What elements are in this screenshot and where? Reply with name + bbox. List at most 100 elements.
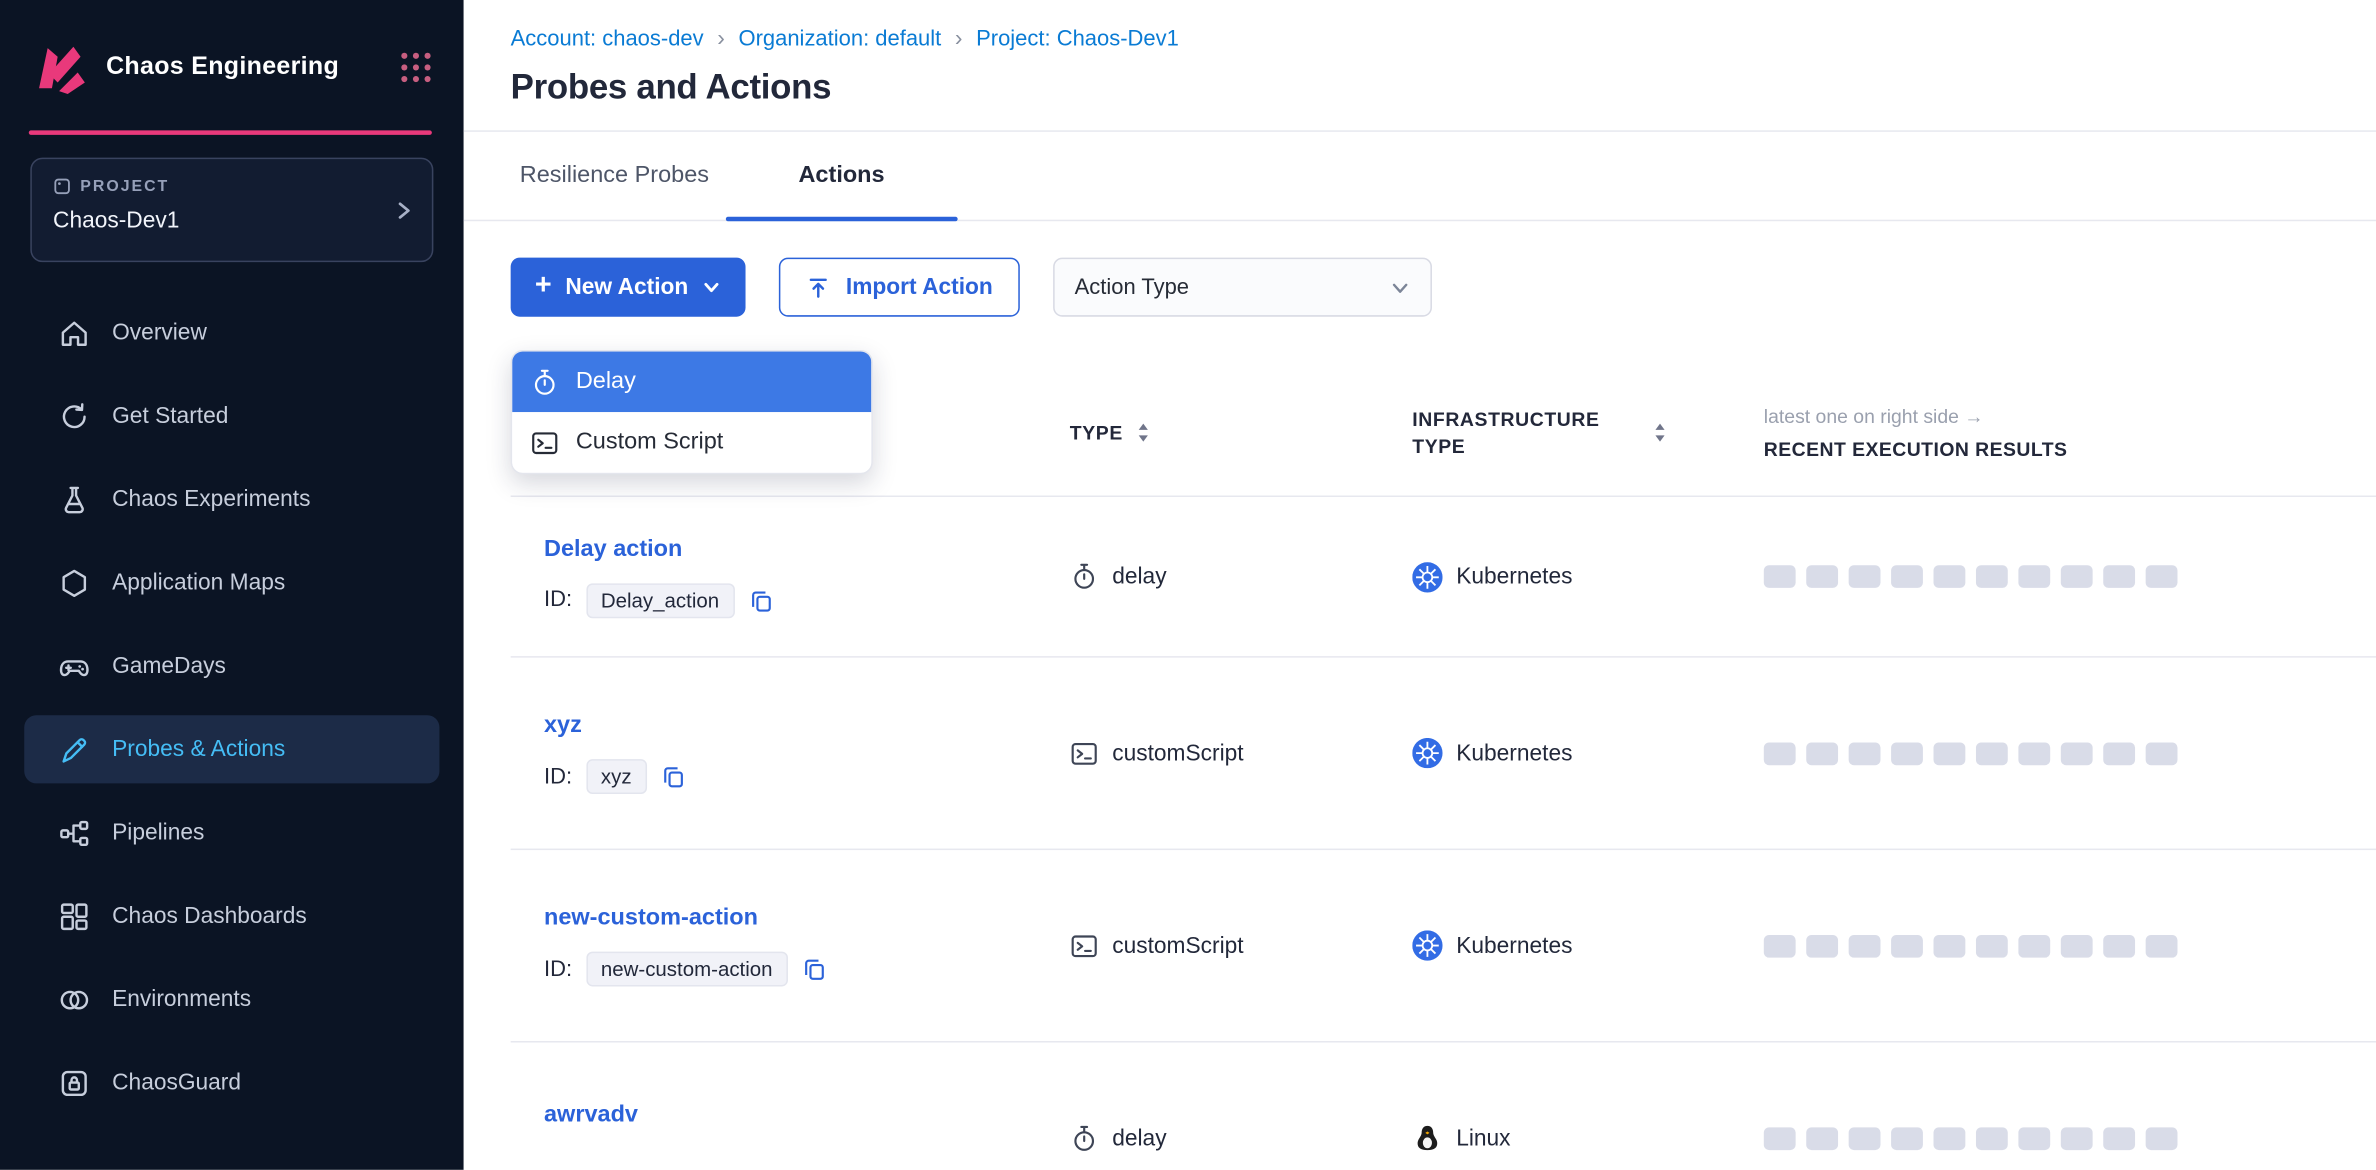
- execution-result-placeholder: [2061, 742, 2093, 765]
- results-column-header: latest one on right side → RECENT EXECUT…: [1764, 405, 2376, 461]
- id-label: ID:: [544, 957, 572, 981]
- sidebar-item-environments[interactable]: Environments: [24, 965, 439, 1033]
- action-name-link[interactable]: awrvadv: [544, 1102, 638, 1129]
- action-name-link[interactable]: new-custom-action: [544, 905, 758, 932]
- action-type-cell: delay: [1070, 562, 1412, 591]
- action-type-value: delay: [1112, 564, 1166, 590]
- execution-result-placeholder: [2061, 934, 2093, 957]
- infrastructure-column-header[interactable]: INFRASTRUCTURE TYPE: [1412, 406, 1764, 458]
- execution-result-placeholder: [2018, 934, 2050, 957]
- action-type-cell: customScript: [1070, 739, 1412, 768]
- action-name-cell: awrvadv ID:: [511, 1102, 1070, 1170]
- breadcrumb-link[interactable]: Project: Chaos-Dev1: [976, 27, 1179, 51]
- get-started-icon: [58, 399, 91, 432]
- sidebar-item-pipelines[interactable]: Pipelines: [24, 799, 439, 867]
- project-label: PROJECT: [80, 177, 169, 195]
- action-name-cell: new-custom-action ID: new-custom-action: [511, 905, 1070, 987]
- sidebar-item-label: GameDays: [112, 653, 226, 679]
- copy-icon[interactable]: [660, 764, 686, 790]
- gamepad-icon: [58, 649, 91, 682]
- action-type-value: delay: [1112, 1125, 1166, 1151]
- execution-result-placeholder: [1891, 1127, 1923, 1150]
- results-header-label: RECENT EXECUTION RESULTS: [1764, 438, 2376, 461]
- sidebar-item-chaos-experiments[interactable]: Chaos Experiments: [24, 465, 439, 533]
- tab-resilience-probes[interactable]: Resilience Probes: [520, 132, 709, 220]
- copy-icon[interactable]: [748, 587, 774, 613]
- hexagon-icon: [58, 566, 91, 599]
- execution-result-placeholder: [2018, 565, 2050, 588]
- execution-result-placeholder: [2103, 1127, 2135, 1150]
- sidebar-item-gamedays[interactable]: GameDays: [24, 632, 439, 700]
- terminal-icon: [530, 428, 559, 457]
- infrastructure-cell: Linux: [1412, 1123, 1764, 1153]
- action-name-link[interactable]: xyz: [544, 712, 582, 739]
- sidebar-item-label: Get Started: [112, 403, 228, 429]
- sidebar-item-label: Application Maps: [112, 570, 285, 596]
- import-action-button[interactable]: Import Action: [779, 258, 1020, 317]
- execution-result-placeholder: [1764, 565, 1796, 588]
- sidebar-item-chaosguard[interactable]: ChaosGuard: [24, 1049, 439, 1117]
- action-type-filter[interactable]: Action Type: [1053, 258, 1432, 317]
- execution-result-placeholder: [1934, 1127, 1966, 1150]
- shield-lock-icon: [58, 1066, 91, 1099]
- project-selector[interactable]: PROJECT Chaos-Dev1: [30, 158, 433, 263]
- harness-chaos-logo-icon: [30, 42, 88, 94]
- page-title: Probes and Actions: [511, 67, 2376, 108]
- sort-icon[interactable]: [1135, 421, 1152, 444]
- execution-result-placeholder: [1976, 742, 2008, 765]
- action-type-value: customScript: [1112, 740, 1243, 766]
- type-header-label: TYPE: [1070, 421, 1123, 444]
- sidebar-item-application-maps[interactable]: Application Maps: [24, 549, 439, 617]
- probe-icon: [58, 733, 91, 766]
- flask-icon: [58, 483, 91, 516]
- type-column-header[interactable]: TYPE: [1070, 421, 1412, 444]
- execution-result-placeholder: [2061, 565, 2093, 588]
- execution-result-placeholder: [2061, 1127, 2093, 1150]
- tab-actions[interactable]: Actions: [726, 132, 958, 220]
- results-note: latest one on right side →: [1764, 405, 2376, 428]
- execution-result-placeholder: [1849, 565, 1881, 588]
- execution-result-placeholder: [1891, 565, 1923, 588]
- menu-item-custom-script[interactable]: Custom Script: [512, 412, 871, 473]
- breadcrumb-link[interactable]: Organization: default: [738, 27, 941, 51]
- tab-bar: Resilience Probes Actions: [464, 132, 2376, 221]
- sidebar-nav: Overview Get Started Chaos Experiments Appl…: [0, 299, 464, 1117]
- project-tag-icon: [53, 177, 71, 195]
- sidebar-item-overview[interactable]: Overview: [24, 299, 439, 367]
- action-name-cell: Delay action ID: Delay_action: [511, 536, 1070, 618]
- execution-result-placeholder: [1976, 934, 2008, 957]
- module-switcher-grid-icon[interactable]: [399, 50, 434, 85]
- execution-result-placeholder: [2146, 934, 2178, 957]
- linux-icon: [1412, 1123, 1442, 1153]
- sort-icon[interactable]: [1652, 421, 1669, 444]
- infrastructure-value: Kubernetes: [1456, 740, 1572, 766]
- table-row: new-custom-action ID: new-custom-action …: [511, 850, 2376, 1042]
- infrastructure-cell: Kubernetes: [1412, 930, 1764, 960]
- copy-icon[interactable]: [801, 956, 827, 982]
- environment-icon: [58, 983, 91, 1016]
- execution-result-placeholder: [1806, 565, 1838, 588]
- table-row: awrvadv ID: delay Linux: [511, 1043, 2376, 1170]
- menu-item-delay[interactable]: Delay: [512, 352, 871, 413]
- execution-result-placeholder: [1891, 742, 1923, 765]
- terminal-icon: [1070, 931, 1099, 960]
- execution-result-placeholder: [1806, 934, 1838, 957]
- sidebar-item-get-started[interactable]: Get Started: [24, 382, 439, 450]
- action-type-filter-label: Action Type: [1075, 275, 1189, 299]
- sidebar-item-chaos-dashboards[interactable]: Chaos Dashboards: [24, 882, 439, 950]
- execution-result-placeholder: [1806, 742, 1838, 765]
- new-action-button[interactable]: + New Action: [511, 258, 746, 317]
- action-id-line: ID: xyz: [544, 759, 1070, 794]
- action-id-line: ID: new-custom-action: [544, 952, 1070, 987]
- plus-icon: +: [535, 269, 552, 302]
- action-id-line: ID: Delay_action: [544, 583, 1070, 618]
- stopwatch-icon: [530, 367, 559, 396]
- sidebar-item-label: Chaos Experiments: [112, 486, 310, 512]
- sidebar-item-probes-actions[interactable]: Probes & Actions: [24, 715, 439, 783]
- execution-result-placeholder: [1764, 1127, 1796, 1150]
- execution-result-placeholder: [1849, 742, 1881, 765]
- sidebar-item-label: Probes & Actions: [112, 736, 285, 762]
- project-name: Chaos-Dev1: [53, 208, 411, 234]
- action-name-link[interactable]: Delay action: [544, 536, 682, 563]
- breadcrumb-link[interactable]: Account: chaos-dev: [511, 27, 704, 51]
